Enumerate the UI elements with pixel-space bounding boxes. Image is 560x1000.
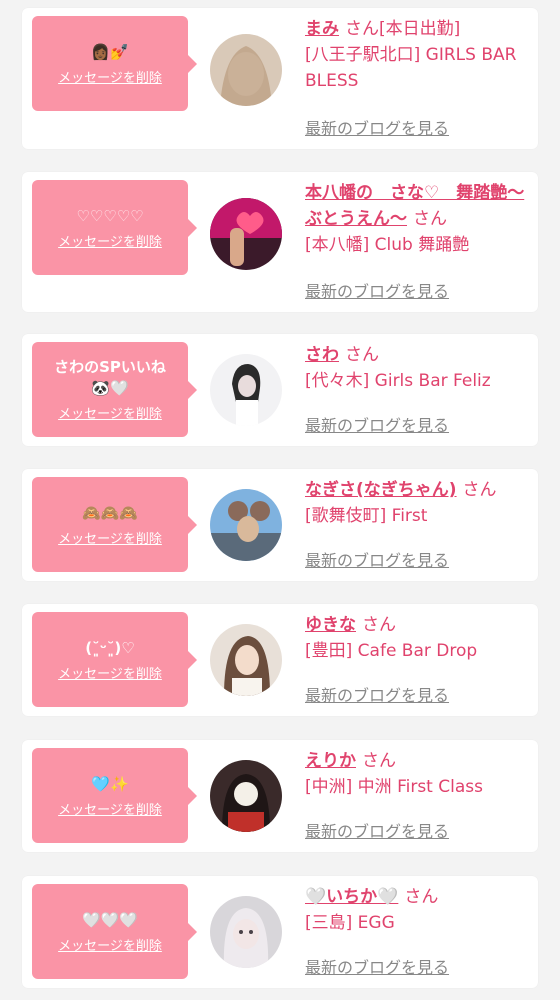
shop-name: [本八幡] Club 舞踊艶 [305, 235, 470, 255]
user-info: さわ さん [代々木] Girls Bar Feliz [305, 342, 527, 394]
user-info: ゆきな さん [豊田] Cafe Bar Drop [305, 612, 527, 664]
avatar[interactable] [210, 896, 282, 968]
message-bubble: 🩵✨ メッセージを削除 [32, 748, 197, 843]
shop-name: [代々木] Girls Bar Feliz [305, 371, 491, 391]
message-bubble: 👩🏾💅 メッセージを削除 [32, 16, 197, 111]
message-text: (˘͈ᵕ˘͈)♡ [85, 638, 135, 657]
shop-name: [八王子駅北口] GIRLS BAR BLESS [305, 45, 517, 91]
latest-blog-link[interactable]: 最新のブログを見る [305, 547, 449, 571]
user-info: まみ さん[本日出勤] [八王子駅北口] GIRLS BAR BLESS [305, 16, 527, 94]
avatar[interactable] [210, 354, 282, 426]
message-card: 🤍🤍🤍 メッセージを削除 🤍いちか🤍 さん [三島] EGG 最新のブログを見る [22, 876, 538, 988]
message-text: 🤍🤍🤍 [81, 910, 139, 929]
delete-message-link[interactable]: メッセージを削除 [58, 231, 162, 250]
latest-blog-link[interactable]: 最新のブログを見る [305, 115, 449, 139]
honorific: さん [413, 209, 447, 229]
message-bubble: さわのSPいいね🐼🤍 メッセージを削除 [32, 342, 197, 437]
user-name-link[interactable]: さわ [305, 345, 339, 365]
user-info: えりか さん [中洲] 中洲 First Class [305, 748, 527, 800]
message-text: 🙈🙈🙈 [81, 503, 139, 522]
message-bubble: 🙈🙈🙈 メッセージを削除 [32, 477, 197, 572]
avatar[interactable] [210, 489, 282, 561]
status-text: [本日出勤] [379, 19, 461, 39]
message-bubble: 🤍🤍🤍 メッセージを削除 [32, 884, 197, 979]
avatar[interactable] [210, 34, 282, 106]
shop-name: [中洲] 中洲 First Class [305, 777, 483, 797]
delete-message-link[interactable]: メッセージを削除 [58, 799, 162, 818]
message-card: ♡♡♡♡♡ メッセージを削除 本八幡の さな♡ 舞踏艶〜ぶとうえん〜 さん [本八… [22, 172, 538, 312]
delete-message-link[interactable]: メッセージを削除 [58, 663, 162, 682]
user-info: 本八幡の さな♡ 舞踏艶〜ぶとうえん〜 さん [本八幡] Club 舞踊艶 [305, 180, 527, 258]
delete-message-link[interactable]: メッセージを削除 [58, 935, 162, 954]
honorific: さん [345, 19, 379, 39]
message-text: 👩🏾💅 [91, 42, 129, 61]
latest-blog-link[interactable]: 最新のブログを見る [305, 412, 449, 436]
latest-blog-link[interactable]: 最新のブログを見る [305, 818, 449, 842]
message-card: 🙈🙈🙈 メッセージを削除 なぎさ(なぎちゃん) さん [歌舞伎町] First 最… [22, 469, 538, 581]
delete-message-link[interactable]: メッセージを削除 [58, 403, 162, 422]
honorific: さん [462, 480, 497, 500]
avatar[interactable] [210, 198, 282, 270]
avatar[interactable] [210, 624, 282, 696]
message-bubble: (˘͈ᵕ˘͈)♡ メッセージを削除 [32, 612, 197, 707]
latest-blog-link[interactable]: 最新のブログを見る [305, 682, 449, 706]
shop-name: [豊田] Cafe Bar Drop [305, 641, 478, 661]
user-name-link[interactable]: 🤍いちか🤍 [305, 887, 398, 907]
latest-blog-link[interactable]: 最新のブログを見る [305, 278, 449, 302]
message-text: さわのSPいいね🐼🤍 [54, 358, 166, 397]
avatar[interactable] [210, 760, 282, 832]
honorific: さん [404, 887, 439, 907]
shop-name: [三島] EGG [305, 913, 395, 933]
user-info: 🤍いちか🤍 さん [三島] EGG [305, 884, 527, 936]
message-text: ♡♡♡♡♡ [76, 206, 144, 225]
message-card: さわのSPいいね🐼🤍 メッセージを削除 さわ さん [代々木] Girls Bar… [22, 334, 538, 446]
message-text: 🩵✨ [91, 774, 129, 793]
message-bubble: ♡♡♡♡♡ メッセージを削除 [32, 180, 197, 275]
honorific: さん [362, 615, 396, 635]
user-name-link[interactable]: ゆきな [305, 615, 356, 635]
message-card: (˘͈ᵕ˘͈)♡ メッセージを削除 ゆきな さん [豊田] Cafe Bar Dr… [22, 604, 538, 716]
delete-message-link[interactable]: メッセージを削除 [58, 528, 162, 547]
user-name-link[interactable]: えりか [305, 751, 356, 771]
message-card: 👩🏾💅 メッセージを削除 まみ さん[本日出勤] [八王子駅北口] GIRLS B… [22, 8, 538, 149]
user-name-link[interactable]: まみ [305, 19, 339, 39]
latest-blog-link[interactable]: 最新のブログを見る [305, 954, 449, 978]
honorific: さん [362, 751, 396, 771]
user-info: なぎさ(なぎちゃん) さん [歌舞伎町] First [305, 477, 527, 529]
shop-name: [歌舞伎町] First [305, 506, 428, 526]
delete-message-link[interactable]: メッセージを削除 [58, 67, 162, 86]
honorific: さん [345, 345, 379, 365]
message-card: 🩵✨ メッセージを削除 えりか さん [中洲] 中洲 First Class 最新… [22, 740, 538, 852]
user-name-link[interactable]: なぎさ(なぎちゃん) [305, 480, 457, 500]
